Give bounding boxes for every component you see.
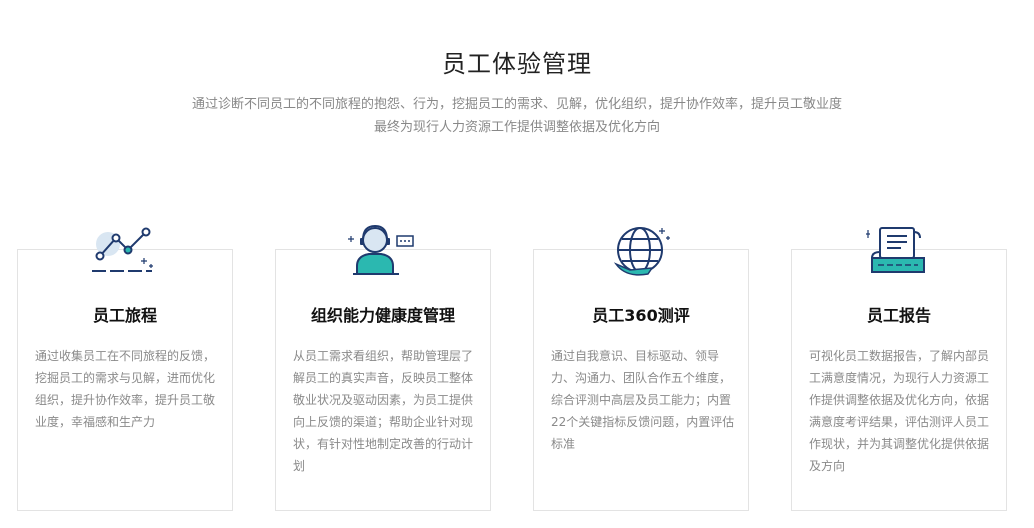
card-description: 从员工需求看组织，帮助管理层了解员工的真实声音，反映员工整体敬业状况及驱动因素，…: [293, 349, 474, 473]
card-title: 员工360测评: [592, 306, 690, 325]
card-org-health[interactable]: 组织能力健康度管理 从员工需求看组织，帮助管理层了解员工的真实声音，反映员工整体…: [275, 249, 491, 511]
journey-chart-icon: [92, 227, 153, 272]
page-subtitle-line2: 最终为现行人力资源工作提供调整依据及优化方向: [373, 120, 660, 135]
card-title: 员工旅程: [92, 306, 157, 325]
globe-icon: [613, 227, 670, 276]
employee-avatar-icon: [348, 224, 414, 275]
card-title: 员工报告: [866, 306, 931, 325]
page-subtitle-line1: 通过诊断不同员工的不同旅程的抱怨、行为，挖掘员工的需求、见解，优化组织，提升协作…: [191, 97, 842, 112]
card-employee-360[interactable]: 员工360测评 通过自我意识、目标驱动、领导力、沟通力、团队合作五个维度，综合评…: [533, 249, 749, 511]
card-description: 通过自我意识、目标驱动、领导力、沟通力、团队合作五个维度，综合评测中高层及员工能…: [551, 349, 735, 451]
card-description: 可视化员工数据报告，了解内部员工满意度情况，为现行人力资源工作提供调整依据及优化…: [809, 349, 990, 473]
card-employee-journey[interactable]: 员工旅程 通过收集员工在不同旅程的反馈，挖掘员工的需求与见解，进而优化组织，提升…: [17, 249, 233, 511]
card-employee-report[interactable]: 员工报告 可视化员工数据报告，了解内部员工满意度情况，为现行人力资源工作提供调整…: [791, 249, 1007, 511]
card-description: 通过收集员工在不同旅程的反馈，挖掘员工的需求与见解，进而优化组织，提升协作效率，…: [35, 349, 216, 429]
card-title: 组织能力健康度管理: [310, 306, 455, 325]
page-title: 员工体验管理: [442, 50, 592, 78]
report-document-icon: [866, 227, 925, 273]
